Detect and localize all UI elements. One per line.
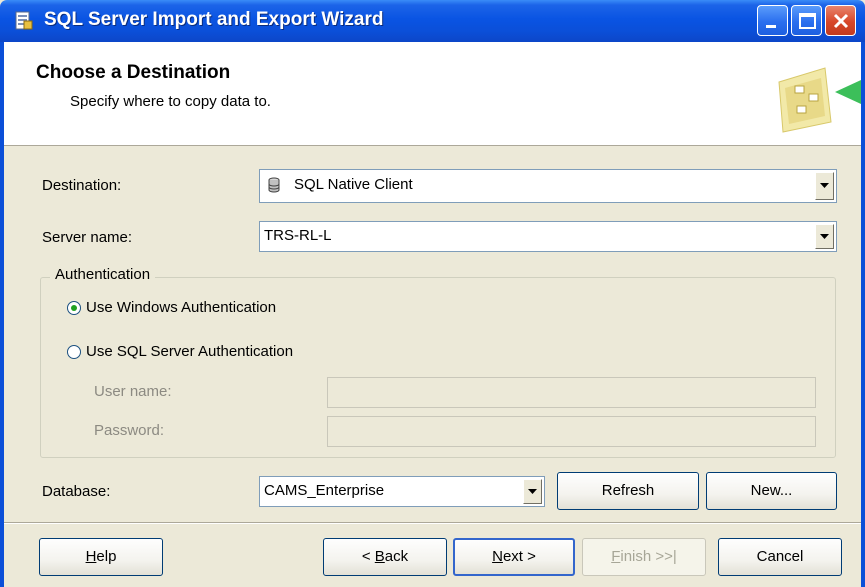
new-database-button[interactable]: New... bbox=[706, 472, 837, 510]
help-button[interactable]: Help bbox=[39, 538, 163, 576]
minimize-button[interactable] bbox=[757, 5, 788, 36]
finish-button: Finish >>| bbox=[582, 538, 706, 576]
destination-select[interactable]: SQL Native Client bbox=[259, 169, 837, 203]
footer-divider bbox=[4, 522, 861, 524]
destination-label: Destination: bbox=[42, 177, 122, 194]
windows-auth-label[interactable]: Use Windows Authentication bbox=[86, 299, 276, 316]
next-button[interactable]: Next > bbox=[453, 538, 575, 576]
title-bar[interactable]: SQL Server Import and Export Wizard bbox=[0, 0, 865, 42]
wizard-app-icon bbox=[15, 11, 33, 30]
database-value[interactable]: CAMS_Enterprise bbox=[264, 482, 384, 499]
window-title: SQL Server Import and Export Wizard bbox=[44, 9, 384, 30]
windows-auth-radio[interactable] bbox=[67, 301, 81, 315]
password-label: Password: bbox=[94, 422, 165, 439]
server-name-label: Server name: bbox=[42, 229, 133, 246]
server-name-dropdown-button[interactable] bbox=[815, 224, 834, 249]
page-title: Choose a Destination bbox=[36, 62, 231, 83]
destination-graphic-icon bbox=[778, 67, 861, 133]
refresh-button[interactable]: Refresh bbox=[557, 472, 699, 510]
finish-label-key: F bbox=[611, 548, 621, 565]
database-select[interactable]: CAMS_Enterprise bbox=[259, 476, 545, 507]
back-button[interactable]: < Back bbox=[323, 538, 447, 576]
next-label-key: N bbox=[492, 548, 503, 565]
chevron-down-icon bbox=[820, 183, 829, 188]
close-button[interactable] bbox=[825, 5, 856, 36]
password-input[interactable] bbox=[327, 416, 816, 447]
database-label: Database: bbox=[42, 483, 111, 500]
help-label-key: H bbox=[85, 548, 97, 565]
sql-auth-radio[interactable] bbox=[67, 345, 81, 359]
database-icon bbox=[268, 177, 280, 193]
finish-label-post: inish >>| bbox=[620, 548, 677, 565]
server-name-value: TRS-RL-L bbox=[264, 227, 332, 244]
user-name-input[interactable] bbox=[327, 377, 816, 408]
chevron-down-icon bbox=[528, 488, 537, 494]
minimize-icon bbox=[766, 25, 776, 28]
radio-selected-dot bbox=[71, 305, 77, 311]
sql-auth-label[interactable]: Use SQL Server Authentication bbox=[86, 343, 293, 360]
wizard-window: SQL Server Import and Export Wizard Choo… bbox=[0, 0, 865, 587]
user-name-label: User name: bbox=[94, 383, 172, 400]
back-label-key: B bbox=[374, 548, 385, 565]
next-label-post: ext > bbox=[502, 548, 536, 565]
database-dropdown-button[interactable] bbox=[523, 479, 542, 504]
help-label-post: elp bbox=[96, 548, 117, 565]
cancel-button[interactable]: Cancel bbox=[718, 538, 842, 576]
authentication-legend: Authentication bbox=[50, 266, 156, 283]
close-icon bbox=[833, 13, 849, 29]
window-frame-right bbox=[861, 42, 865, 587]
chevron-down-icon bbox=[820, 233, 829, 239]
page-subtitle: Specify where to copy data to. bbox=[70, 93, 271, 110]
back-label-pre: < bbox=[361, 548, 375, 565]
back-label-post: ack bbox=[384, 548, 409, 565]
wizard-header: Choose a Destination Specify where to co… bbox=[4, 42, 861, 146]
destination-value: SQL Native Client bbox=[294, 176, 413, 193]
destination-dropdown-button[interactable] bbox=[815, 172, 834, 200]
maximize-icon bbox=[799, 13, 816, 29]
maximize-button[interactable] bbox=[791, 5, 822, 36]
server-name-select[interactable]: TRS-RL-L bbox=[259, 221, 837, 252]
